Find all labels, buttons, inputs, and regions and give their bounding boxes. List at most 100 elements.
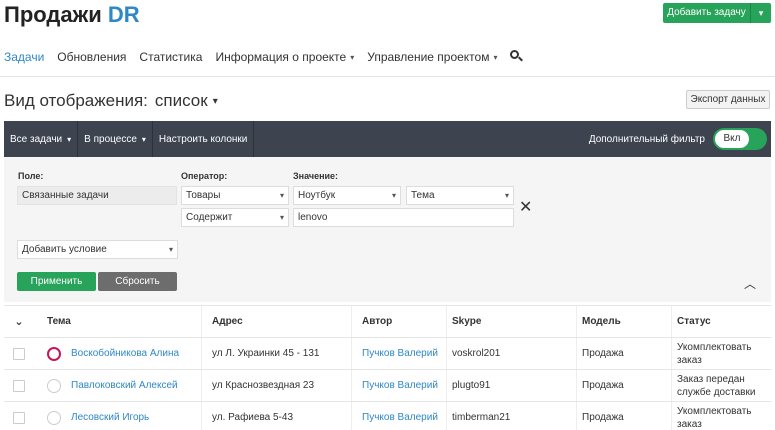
row-checkbox[interactable] — [13, 379, 25, 392]
extra-filter-toggle[interactable]: Вкл — [713, 128, 767, 150]
add-task-button[interactable]: Добавить задачу ▾ — [663, 3, 771, 23]
table-row[interactable]: Воскобойникова Алина ул Л. Украинки 45 -… — [4, 338, 771, 370]
value-text: Ноутбук — [298, 190, 336, 201]
field-input[interactable]: Связанные задачи — [17, 186, 177, 205]
row-checkbox[interactable] — [13, 347, 25, 360]
chevron-up-icon[interactable]: ︿ — [744, 275, 756, 292]
chevron-down-icon[interactable]: ▾ — [213, 96, 218, 107]
all-tasks-dropdown[interactable]: Все задачи ▾ — [4, 121, 79, 157]
reset-button[interactable]: Сбросить — [98, 272, 177, 291]
author-link[interactable]: Пучков Валерий — [362, 380, 438, 391]
close-icon[interactable]: ✕ — [519, 197, 532, 217]
divider — [0, 76, 775, 77]
in-progress-dropdown[interactable]: В процессе ▾ — [78, 121, 153, 157]
field-value: Связанные задачи — [22, 190, 109, 201]
chevron-down-icon: ▾ — [504, 191, 509, 200]
add-task-label[interactable]: Добавить задачу — [663, 3, 751, 23]
toggle-knob[interactable]: Вкл — [715, 130, 749, 148]
add-condition-select[interactable]: Добавить условие ▾ — [17, 240, 178, 259]
value-text: lenovo — [298, 212, 328, 223]
col-address[interactable]: Адрес — [201, 306, 351, 337]
apply-button[interactable]: Применить — [17, 272, 96, 291]
operator-label: Оператор: — [181, 171, 228, 181]
search-icon[interactable] — [510, 50, 524, 64]
col-author[interactable]: Автор — [351, 306, 446, 337]
value-text: Тема — [411, 190, 435, 201]
status-cell: Укомплектовать заказ — [671, 338, 771, 369]
nav-item-project-info[interactable]: Информация о проекте ▾ — [215, 50, 354, 64]
operator-value: Товары — [186, 190, 221, 201]
value-input[interactable]: lenovo — [293, 208, 514, 227]
address-cell: ул. Рафиева 5-43 — [201, 402, 351, 430]
topic-link[interactable]: Воскобойникова Алина — [71, 348, 179, 359]
topic-link[interactable]: Лесовский Игорь — [71, 412, 149, 423]
topic-link[interactable]: Павлоковский Алексей — [71, 380, 178, 391]
operator-value: Содержит — [186, 212, 233, 223]
extra-filter-label: Дополнительный фильтр — [588, 133, 705, 145]
select-all-toggle[interactable]: ⌄ — [4, 306, 34, 337]
table-header: ⌄ Тема Адрес Автор Skype Модель Статус — [4, 305, 771, 338]
value-label: Значение: — [293, 171, 339, 181]
nav-label[interactable]: Информация о проекте — [215, 50, 346, 64]
chevron-down-icon: ▾ — [279, 213, 284, 222]
row-checkbox[interactable] — [13, 411, 25, 424]
nav-item-statistics[interactable]: Статистика — [139, 50, 202, 64]
model-cell: Продажа — [576, 338, 671, 369]
skype-cell: voskrol201 — [446, 338, 576, 369]
nav-label[interactable]: Обновления — [57, 50, 126, 64]
tab-label[interactable]: В процессе — [84, 134, 137, 145]
chevron-down-icon: ▾ — [493, 52, 498, 62]
author-link[interactable]: Пучков Валерий — [362, 348, 438, 359]
status-circle-icon[interactable] — [47, 378, 61, 393]
main-nav: Задачи Обновления Статистика Информация … — [4, 50, 524, 64]
view-mode-select[interactable]: список — [155, 91, 208, 111]
author-link[interactable]: Пучков Валерий — [362, 412, 438, 423]
status-cell: Укомплектовать заказ — [671, 402, 771, 430]
view-label: Вид отображения: — [4, 91, 148, 110]
nav-item-tasks[interactable]: Задачи — [4, 50, 44, 64]
page-title: Продажи DR — [4, 2, 140, 28]
title-accent: DR — [107, 2, 140, 27]
tasks-table: ⌄ Тема Адрес Автор Skype Модель Статус В… — [4, 305, 771, 430]
nav-label[interactable]: Управление проектом — [367, 50, 489, 64]
chevron-down-icon: ▾ — [391, 191, 396, 200]
operator-select[interactable]: Товары ▾ — [181, 186, 289, 205]
skype-cell: timberman21 — [446, 402, 576, 430]
table-row[interactable]: Лесовский Игорь ул. Рафиева 5-43 Пучков … — [4, 402, 771, 430]
value-field-select[interactable]: Тема ▾ — [406, 186, 514, 205]
export-button[interactable]: Экспорт данных — [686, 90, 770, 109]
nav-label[interactable]: Задачи — [4, 50, 44, 64]
status-circle-icon[interactable] — [47, 410, 61, 425]
view-mode: Вид отображения: список ▾ — [4, 91, 218, 111]
table-row[interactable]: Павлоковский Алексей ул Краснозвездная 2… — [4, 370, 771, 402]
add-condition-label: Добавить условие — [22, 244, 107, 255]
value-select[interactable]: Ноутбук ▾ — [293, 186, 401, 205]
skype-cell: plugto91 — [446, 370, 576, 401]
tab-label[interactable]: Все задачи — [10, 134, 62, 145]
col-skype[interactable]: Skype — [446, 306, 576, 337]
status-circle-icon[interactable] — [47, 346, 61, 361]
chevron-down-icon[interactable]: ▾ — [751, 8, 771, 19]
chevron-down-icon: ▾ — [141, 134, 146, 144]
field-label: Поле: — [18, 171, 44, 181]
title-main: Продажи — [4, 2, 102, 27]
chevron-down-icon: ▾ — [168, 245, 173, 254]
address-cell: ул Л. Украинки 45 - 131 — [201, 338, 351, 369]
chevron-down-icon[interactable]: ⌄ — [14, 315, 23, 328]
chevron-down-icon: ▾ — [67, 134, 72, 144]
nav-label[interactable]: Статистика — [139, 50, 202, 64]
address-cell: ул Краснозвездная 23 — [201, 370, 351, 401]
configure-columns-button[interactable]: Настроить колонки — [153, 121, 255, 157]
model-cell: Продажа — [576, 370, 671, 401]
tab-label[interactable]: Настроить колонки — [159, 134, 247, 145]
col-model[interactable]: Модель — [576, 306, 671, 337]
nav-item-updates[interactable]: Обновления — [57, 50, 126, 64]
filter-panel: Поле: Оператор: Значение: Связанные зада… — [4, 157, 771, 302]
col-topic[interactable]: Тема — [34, 306, 201, 337]
chevron-down-icon: ▾ — [279, 191, 284, 200]
nav-item-project-management[interactable]: Управление проектом ▾ — [367, 50, 497, 64]
operator-select-2[interactable]: Содержит ▾ — [181, 208, 289, 227]
filter-toolbar: Все задачи ▾ В процессе ▾ Настроить коло… — [4, 121, 771, 157]
chevron-down-icon: ▾ — [350, 52, 355, 62]
col-status[interactable]: Статус — [671, 306, 771, 337]
